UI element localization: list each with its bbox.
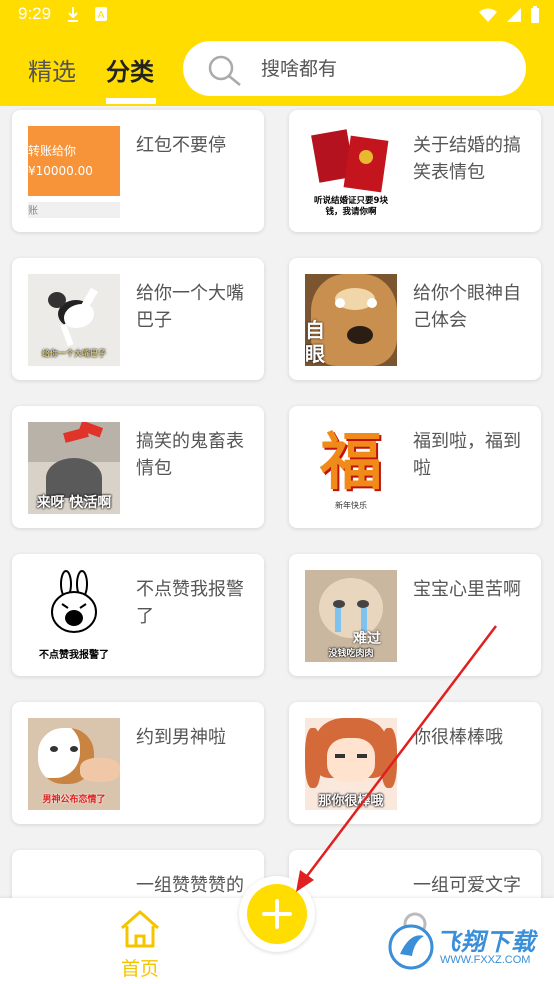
card-title: 一组赞赞赞的: [136, 875, 244, 896]
category-card[interactable]: 不点赞我报警了 不点赞我报警了: [12, 554, 264, 676]
tab-categories[interactable]: 分类: [106, 52, 154, 87]
search-bar[interactable]: [183, 41, 526, 96]
category-card[interactable]: 难过 没钱吃肉肉 宝宝心里苦啊: [289, 554, 541, 676]
download-icon: [68, 7, 78, 22]
category-card[interactable]: 自 眼 给你个眼神自己体会: [289, 258, 541, 380]
card-title: 给你个眼神自己体会: [413, 283, 521, 331]
card-title: 宝宝心里苦啊: [413, 579, 521, 600]
watermark-url: WWW.FXXZ.COM: [440, 954, 531, 966]
active-tab-indicator: [106, 98, 156, 104]
status-bar: 9:29 A: [0, 0, 554, 30]
crying-kitten-icon: 难过 没钱吃肉肉: [305, 570, 397, 662]
nav-home-label: 首页: [120, 958, 159, 980]
card-title: 一组可爱文字: [413, 875, 521, 896]
category-card[interactable]: 转账给你 ¥10000.00 账 红包不要停: [12, 110, 264, 232]
cat-pet-icon: 男神公布恋情了: [28, 718, 120, 810]
cat-slap-icon: 给你一个大嘴巴子: [28, 274, 120, 366]
category-card[interactable]: 福 新年快乐 福到啦，福到啦: [289, 406, 541, 528]
category-card[interactable]: 一组可爱文字: [289, 850, 541, 898]
search-input[interactable]: [261, 41, 501, 96]
plus-icon: [262, 899, 292, 929]
blank-thumb-icon: [305, 866, 397, 898]
status-time: 9:29: [18, 4, 52, 23]
card-title: 红包不要停: [136, 135, 226, 156]
signal-icon: [507, 8, 521, 22]
category-card[interactable]: 来呀 快活啊 搞笑的鬼畜表情包: [12, 406, 264, 528]
fu-character-icon: 福 新年快乐: [305, 422, 397, 514]
cat-kitchen-icon: 来呀 快活啊: [28, 422, 120, 514]
category-card[interactable]: 给你一个大嘴巴子 给你一个大嘴巴子: [12, 258, 264, 380]
category-card[interactable]: 听说结婚证只要9块 钱，我请你啊 关于结婚的搞笑表情包: [289, 110, 541, 232]
wifi-icon: [479, 8, 497, 22]
watermark-text: 飞翔下载: [436, 928, 536, 956]
category-card[interactable]: 那你很棒哦 你很棒棒哦: [289, 702, 541, 824]
tab-featured[interactable]: 精选: [28, 52, 76, 87]
card-title: 福到啦，福到啦: [413, 431, 521, 479]
app-notification-icon: A: [95, 7, 107, 21]
red-envelope-transfer-icon: 转账给你 ¥10000.00 账: [28, 126, 120, 218]
card-title: 关于结婚的搞笑表情包: [413, 135, 521, 183]
dog-side-eye-icon: 自 眼: [305, 274, 397, 366]
card-title: 约到男神啦: [136, 727, 226, 748]
card-title: 不点赞我报警了: [136, 579, 244, 627]
marriage-certificate-icon: 听说结婚证只要9块 钱，我请你啊: [305, 126, 397, 218]
search-icon[interactable]: [207, 54, 243, 86]
card-title: 你很棒棒哦: [413, 727, 503, 748]
anime-girl-icon: 那你很棒哦: [305, 718, 397, 810]
category-grid: 转账给你 ¥10000.00 账 红包不要停 听说结婚证只要9块 钱，我请你啊 …: [0, 106, 554, 898]
card-title: 给你一个大嘴巴子: [136, 283, 244, 331]
add-button[interactable]: [239, 876, 315, 952]
top-header: 9:29 A 精选 分类: [0, 0, 554, 106]
watermark-logo-icon: [388, 924, 434, 970]
nav-home[interactable]: 首页: [110, 906, 170, 982]
card-title: 搞笑的鬼畜表情包: [136, 431, 244, 479]
battery-icon: [531, 6, 539, 23]
rabbit-shout-icon: 不点赞我报警了: [28, 570, 120, 662]
watermark: 飞翔下载 WWW.FXXZ.COM: [388, 918, 546, 974]
svg-text:A: A: [98, 10, 105, 21]
home-icon: [121, 910, 159, 948]
category-card[interactable]: 一组赞赞赞的: [12, 850, 264, 898]
blank-thumb-icon: [28, 866, 120, 898]
category-card[interactable]: 男神公布恋情了 约到男神啦: [12, 702, 264, 824]
